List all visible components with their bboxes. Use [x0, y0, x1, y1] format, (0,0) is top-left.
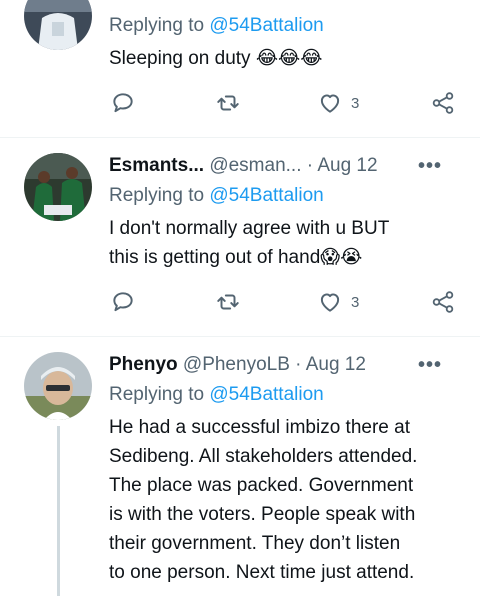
- comment-icon: [113, 292, 133, 312]
- tweet-text-line: Sedibeng. All stakeholders attended.: [109, 446, 418, 467]
- retweet-button[interactable]: [215, 90, 241, 116]
- reply-button[interactable]: [110, 90, 136, 116]
- tweet-2[interactable]: Esmants... @esman... · Aug 12 ••• Replyi…: [0, 138, 480, 336]
- replying-to: Replying to @54Battalion: [109, 380, 462, 410]
- avatar[interactable]: [24, 352, 92, 420]
- comment-icon: [113, 93, 133, 113]
- user-handle[interactable]: @esman...: [209, 155, 301, 176]
- thread-line: [57, 426, 60, 596]
- tweet-text-line: is with the voters. People speak with: [109, 504, 416, 525]
- share-button[interactable]: [430, 289, 456, 315]
- avatar-photo-icon: [24, 153, 92, 221]
- emoji-group: 😱😭: [320, 246, 363, 268]
- tweet-text-line: to one person. Next time just attend.: [109, 562, 415, 583]
- heart-icon: [320, 94, 340, 113]
- tweet-3[interactable]: Phenyo @PhenyoLB · Aug 12 ••• Replying t…: [0, 337, 480, 596]
- timestamp[interactable]: Aug 12: [306, 354, 366, 375]
- more-options-icon[interactable]: •••: [418, 151, 442, 181]
- mention-link[interactable]: @54Battalion: [209, 15, 323, 36]
- heart-icon: [320, 293, 340, 312]
- replying-to: Replying to @54Battalion: [109, 181, 462, 211]
- retweet-button[interactable]: [215, 289, 241, 315]
- tweet-text-line: I don't normally agree with u BUT: [109, 218, 390, 239]
- avatar[interactable]: [24, 0, 92, 50]
- like-button[interactable]: 3: [317, 289, 359, 315]
- avatar-photo-icon: [24, 0, 92, 50]
- retweet-icon: [217, 95, 239, 111]
- timestamp[interactable]: Aug 12: [317, 155, 377, 176]
- retweet-icon: [217, 294, 239, 310]
- tweet-text: Sleeping on duty 😂😂😂: [109, 44, 462, 73]
- tweet-text: He had a successful imbizo there at Sedi…: [109, 413, 462, 587]
- replying-to: Replying to @54Battalion: [109, 11, 462, 41]
- tweet-text-body: Sleeping on duty: [109, 48, 251, 69]
- more-options-icon[interactable]: •••: [418, 350, 442, 380]
- share-icon: [432, 291, 454, 313]
- separator-dot: ·: [295, 354, 302, 375]
- replying-to-prefix: Replying to: [109, 185, 205, 206]
- separator-dot: ·: [306, 155, 314, 176]
- like-button[interactable]: 3: [317, 90, 359, 116]
- display-name[interactable]: Phenyo: [109, 354, 178, 375]
- like-count: 3: [351, 293, 360, 311]
- reply-button[interactable]: [110, 289, 136, 315]
- replying-to-prefix: Replying to: [109, 384, 205, 405]
- avatar[interactable]: [24, 153, 92, 221]
- tweet-text: I don't normally agree with u BUT this i…: [109, 214, 462, 272]
- tweet-1[interactable]: Replying to @54Battalion Sleeping on dut…: [0, 0, 480, 137]
- avatar-photo-icon: [24, 352, 92, 420]
- tweet-header: Phenyo @PhenyoLB · Aug 12 •••: [109, 350, 462, 380]
- share-icon: [432, 92, 454, 114]
- tweet-text-body: this is getting out of hand: [109, 247, 321, 268]
- tweet-text-line: He had a successful imbizo there at: [109, 417, 410, 438]
- tweet-text-line: this is getting out of hand😱😭: [109, 243, 462, 272]
- user-handle[interactable]: @PhenyoLB: [183, 354, 290, 375]
- like-count: 3: [351, 94, 360, 112]
- tweet-text-line: their government. They don’t listen: [109, 533, 401, 554]
- tweet-header: Esmants... @esman... · Aug 12 •••: [109, 151, 462, 181]
- mention-link[interactable]: @54Battalion: [209, 185, 323, 206]
- share-button[interactable]: [430, 90, 456, 116]
- mention-link[interactable]: @54Battalion: [209, 384, 323, 405]
- replying-to-prefix: Replying to: [109, 15, 205, 36]
- emoji-group: 😂😂😂: [255, 47, 323, 69]
- display-name[interactable]: Esmants...: [109, 155, 204, 176]
- tweet-text-line: The place was packed. Government: [109, 475, 414, 496]
